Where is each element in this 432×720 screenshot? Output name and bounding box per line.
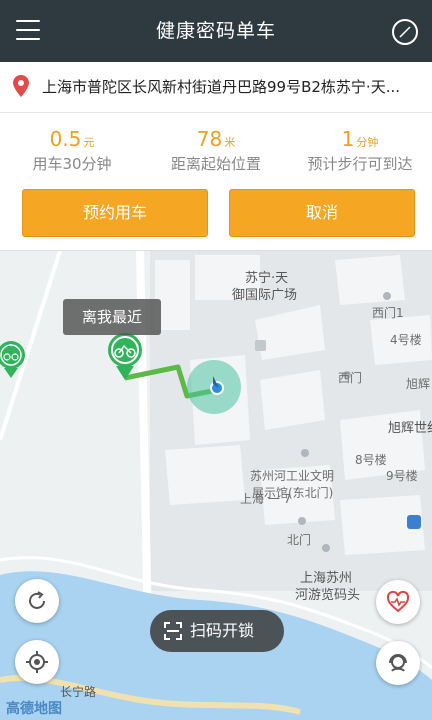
address-text: 上海市普陀区长风新村街道丹巴路99号B2栋苏宁·天... bbox=[42, 78, 400, 96]
cost-unit: 元 bbox=[83, 136, 95, 149]
app-header: 健康密码单车 bbox=[0, 0, 432, 62]
map-label-xuhui-century: 旭辉世纪 bbox=[388, 421, 432, 436]
map-label-building4: 4号楼 bbox=[390, 333, 422, 347]
locate-button[interactable] bbox=[15, 640, 59, 684]
scan-unlock-button[interactable]: 扫码开锁 bbox=[150, 610, 284, 652]
nearest-bike-tooltip: 离我最近 bbox=[63, 299, 161, 335]
address-bar: 上海市普陀区长风新村街道丹巴路99号B2栋苏宁·天... bbox=[0, 62, 432, 113]
distance-label: 距离起始位置 bbox=[170, 155, 261, 173]
map-label-gate-north: 北门 bbox=[287, 533, 312, 547]
customer-service-button[interactable] bbox=[376, 641, 420, 685]
map-label-gate-west1: 西门1 bbox=[372, 306, 404, 320]
map-label-road: 长宁路 bbox=[60, 685, 97, 699]
distance-unit: 米 bbox=[224, 136, 236, 149]
page-title: 健康密码单车 bbox=[155, 20, 276, 42]
heart-pulse-icon bbox=[386, 590, 410, 613]
walk-time-unit: 分钟 bbox=[356, 136, 379, 149]
map-label-museum: 苏州河工业文明 bbox=[250, 469, 335, 483]
distance-value: 78 bbox=[196, 127, 223, 151]
ride-info-panel: 0.5 元 用车30分钟 78 米 距离起始位置 1 分钟 预计步行可到达 预约用车 … bbox=[0, 113, 432, 251]
bike-marker-near[interactable] bbox=[108, 333, 142, 380]
scan-unlock-label: 扫码开锁 bbox=[190, 621, 255, 640]
map-label-building9: 9号楼 bbox=[386, 469, 418, 483]
cost-label: 用车30分钟 bbox=[32, 155, 112, 173]
map-label-gate-west: 西门 bbox=[338, 371, 363, 385]
walk-time-label: 预计步行可到达 bbox=[307, 155, 413, 173]
walk-time-value: 1 bbox=[341, 127, 355, 151]
health-button[interactable] bbox=[376, 580, 420, 624]
scan-icon bbox=[164, 622, 182, 640]
refresh-button[interactable] bbox=[15, 579, 59, 623]
cost-stat: 0.5 元 用车30分钟 bbox=[0, 127, 144, 174]
compass-icon[interactable] bbox=[392, 19, 418, 45]
headset-icon bbox=[389, 654, 407, 672]
locate-icon bbox=[26, 651, 48, 673]
walk-time-stat: 1 分钟 预计步行可到达 bbox=[288, 127, 432, 174]
map-label-pier-2: 河游览码头 bbox=[295, 588, 361, 603]
reserve-button[interactable]: 预约用车 bbox=[22, 189, 208, 237]
map-label-building-main-2: 御国际广场 bbox=[232, 288, 298, 303]
map-provider-logo: 高德地图 bbox=[6, 701, 62, 717]
cost-value: 0.5 bbox=[49, 127, 82, 151]
refresh-icon bbox=[29, 591, 45, 609]
location-pin-icon bbox=[13, 75, 29, 97]
distance-stat: 78 米 距离起始位置 bbox=[144, 127, 288, 174]
map-label-museum-2: 展示馆(东北门) bbox=[252, 486, 334, 500]
cancel-button[interactable]: 取消 bbox=[229, 189, 415, 237]
map-label-xuhui: 旭辉 bbox=[406, 377, 431, 391]
map-label-building8: 8号楼 bbox=[355, 453, 387, 467]
